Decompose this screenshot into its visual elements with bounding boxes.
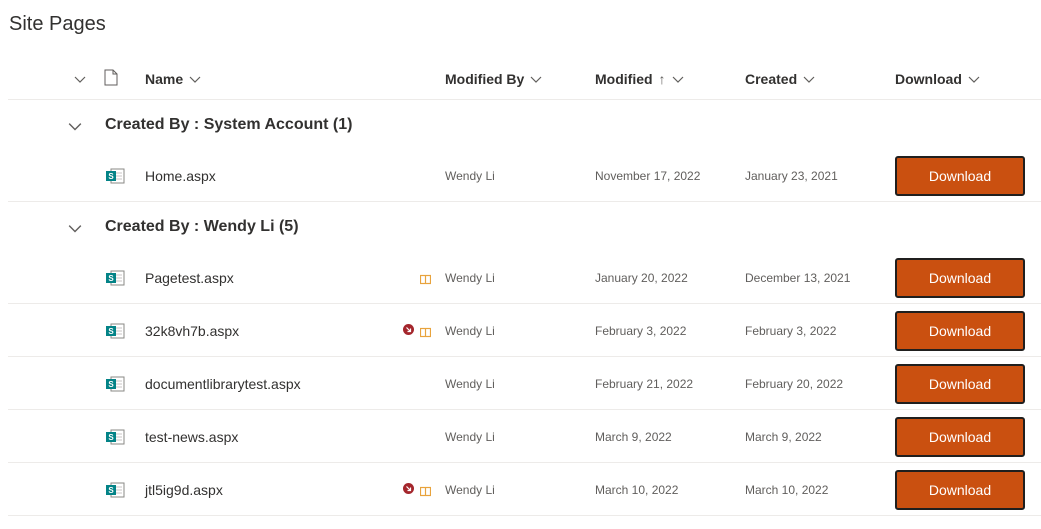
document-icon — [104, 69, 118, 89]
download-button[interactable]: Download — [895, 156, 1025, 196]
file-type-column-header[interactable] — [104, 57, 118, 100]
table-row[interactable]: S documentlibrarytest.aspx Wendy Li Febr… — [8, 357, 1041, 410]
row-created: January 23, 2021 — [745, 168, 838, 183]
sharepoint-page-icon: S — [105, 481, 125, 499]
svg-text:S: S — [108, 380, 114, 389]
status-icons — [391, 304, 432, 357]
row-modified-by: Wendy Li — [445, 376, 495, 391]
sharepoint-page-icon: S — [105, 322, 125, 340]
row-modified: February 21, 2022 — [595, 376, 694, 391]
chevron-down-icon — [189, 73, 201, 85]
file-name-link[interactable]: Pagetest.aspx — [145, 251, 234, 304]
group-collapse-toggle[interactable] — [68, 220, 82, 234]
table-row[interactable]: S test-news.aspx Wendy Li March 9, 2022 … — [8, 410, 1041, 463]
chevron-down-icon — [74, 73, 86, 85]
download-button[interactable]: Download — [895, 470, 1025, 510]
svg-text:S: S — [108, 327, 114, 336]
sharepoint-page-icon: S — [105, 167, 125, 185]
file-name-link[interactable]: test-news.aspx — [145, 410, 238, 463]
table-row[interactable]: S jtl5ig9d.aspx Wendy Li March 10, 2022 … — [8, 463, 1041, 516]
group-collapse-toggle[interactable] — [68, 118, 82, 132]
table-row[interactable]: S Pagetest.aspx Wendy Li January 20, 202… — [8, 251, 1041, 304]
row-modified: November 17, 2022 — [595, 168, 701, 183]
column-header-download[interactable]: Download — [895, 57, 980, 100]
column-header-row: Name Modified By Modified ↑ Created Down… — [8, 57, 1041, 100]
row-created: December 13, 2021 — [745, 270, 851, 285]
sharepoint-page-icon: S — [105, 269, 125, 287]
alert-icon — [403, 481, 414, 499]
row-modified-by: Wendy Li — [445, 323, 495, 338]
column-header-created-label: Created — [745, 70, 798, 87]
chevron-down-icon — [68, 119, 82, 131]
page-title: Site Pages — [9, 13, 106, 35]
file-name-link[interactable]: jtl5ig9d.aspx — [145, 463, 223, 516]
download-button[interactable]: Download — [895, 258, 1025, 298]
chevron-down-icon — [530, 73, 542, 85]
row-modified-by: Wendy Li — [445, 168, 495, 183]
svg-text:S: S — [108, 433, 114, 442]
column-header-modified-by[interactable]: Modified By — [445, 57, 542, 100]
group-header: Created By : Wendy Li (5) — [8, 203, 1041, 251]
file-name-link[interactable]: Home.aspx — [145, 149, 216, 202]
row-modified: March 9, 2022 — [595, 429, 672, 444]
sort-ascending-icon: ↑ — [658, 70, 666, 87]
sharepoint-page-icon: S — [105, 428, 125, 446]
chevron-down-icon — [968, 73, 980, 85]
row-modified-by: Wendy Li — [445, 429, 495, 444]
column-header-created[interactable]: Created — [745, 57, 815, 100]
file-name-link[interactable]: 32k8vh7b.aspx — [145, 304, 239, 357]
alert-icon — [403, 322, 414, 340]
sharepoint-page-icon: S — [105, 375, 125, 393]
table-row[interactable]: S 32k8vh7b.aspx Wendy Li February 3, 202… — [8, 304, 1041, 357]
book-icon — [419, 325, 432, 338]
column-header-download-label: Download — [895, 70, 962, 87]
svg-text:S: S — [108, 274, 114, 283]
book-icon — [419, 484, 432, 497]
row-modified: March 10, 2022 — [595, 482, 679, 497]
status-icons — [391, 251, 432, 304]
column-header-modified[interactable]: Modified ↑ — [595, 57, 684, 100]
download-button[interactable]: Download — [895, 364, 1025, 404]
column-header-modified-by-label: Modified By — [445, 70, 525, 87]
row-created: March 9, 2022 — [745, 429, 822, 444]
table-row[interactable]: S Home.aspx Wendy Li November 17, 2022 J… — [8, 149, 1041, 202]
download-button[interactable]: Download — [895, 417, 1025, 457]
book-icon — [419, 272, 432, 285]
row-created: March 10, 2022 — [745, 482, 829, 497]
svg-text:S: S — [108, 486, 114, 495]
group-label: Created By : Wendy Li (5) — [105, 218, 299, 235]
row-modified: January 20, 2022 — [595, 270, 688, 285]
group-header: Created By : System Account (1) — [8, 101, 1041, 149]
chevron-down-icon — [68, 221, 82, 233]
download-button[interactable]: Download — [895, 311, 1025, 351]
row-created: February 3, 2022 — [745, 323, 837, 338]
row-modified-by: Wendy Li — [445, 270, 495, 285]
file-name-link[interactable]: documentlibrarytest.aspx — [145, 357, 301, 410]
status-icons — [391, 463, 432, 516]
chevron-down-icon — [803, 73, 815, 85]
row-modified: February 3, 2022 — [595, 323, 687, 338]
group-label: Created By : System Account (1) — [105, 116, 353, 133]
svg-text:S: S — [108, 172, 114, 181]
row-modified-by: Wendy Li — [445, 482, 495, 497]
select-all-toggle[interactable] — [68, 57, 86, 100]
column-header-name-label: Name — [145, 70, 184, 87]
row-created: February 20, 2022 — [745, 376, 844, 391]
column-header-modified-label: Modified — [595, 70, 653, 87]
chevron-down-icon — [672, 73, 684, 85]
column-header-name[interactable]: Name — [145, 57, 201, 100]
